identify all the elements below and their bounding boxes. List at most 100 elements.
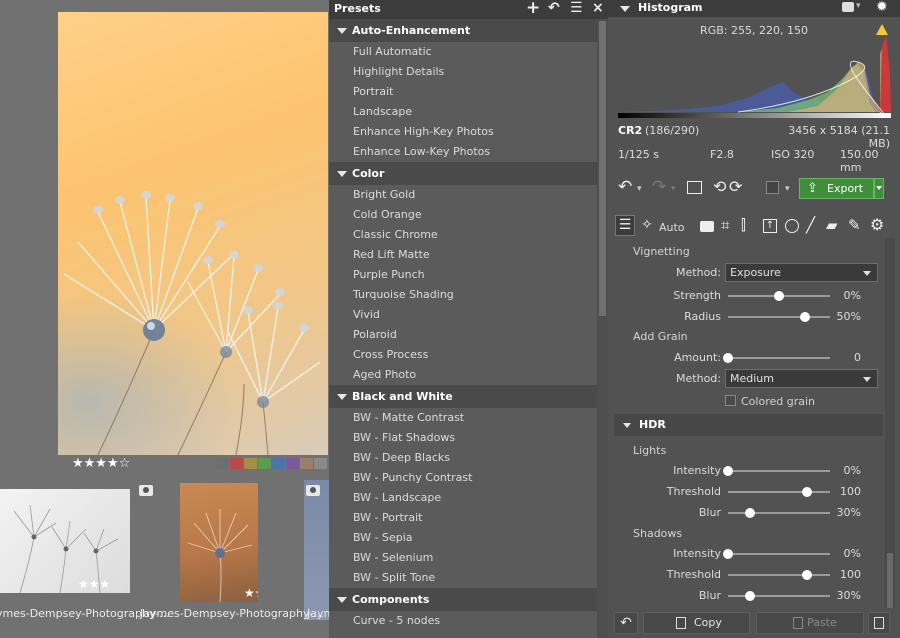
thumbnail-2-rating[interactable]: ★★★★ (244, 587, 258, 600)
rotate-right-icon[interactable]: ⟳ (729, 179, 742, 195)
brush-icon[interactable]: ╱ (806, 218, 815, 233)
preset-item[interactable]: BW - Landscape (329, 488, 597, 508)
vignetting-method-select[interactable]: Exposure (725, 263, 878, 282)
color-label-swatch[interactable] (314, 458, 327, 469)
camera-icon[interactable] (700, 221, 714, 232)
lights-threshold-knob[interactable] (801, 487, 812, 497)
thumbnail-1-rating[interactable]: ★★★ (78, 578, 110, 591)
main-photo[interactable] (58, 12, 328, 455)
lights-intensity-slider[interactable] (723, 466, 830, 476)
tools-scroll-thumb[interactable] (887, 553, 893, 608)
preset-item[interactable]: Full Automatic (329, 42, 597, 62)
color-label-swatch[interactable] (230, 458, 243, 469)
export-button[interactable]: ⇪ Export (799, 178, 874, 199)
auto-label[interactable]: Auto (659, 221, 685, 234)
grain-method-select[interactable]: Medium (725, 369, 878, 388)
undo-preset-icon[interactable]: ↶ (548, 0, 560, 16)
menu-icon[interactable]: ☰ (570, 0, 583, 16)
preset-item[interactable]: BW - Sepia (329, 528, 597, 548)
color-label-swatch[interactable] (300, 458, 313, 469)
shadows-intensity-slider[interactable] (723, 549, 830, 559)
thumbnail-3[interactable] (304, 480, 329, 620)
preset-item[interactable]: Polaroid (329, 325, 597, 345)
preset-item[interactable]: Portrait (329, 82, 597, 102)
thumbnail-2[interactable]: ★★★★ (180, 483, 258, 602)
presets-scrollbar[interactable] (597, 19, 608, 638)
preset-item[interactable]: Enhance High-Key Photos (329, 122, 597, 142)
chevron-down-icon[interactable]: ▾ (671, 182, 676, 197)
preset-item[interactable]: BW - Deep Blacks (329, 448, 597, 468)
shadows-intensity-knob[interactable] (723, 549, 733, 559)
preset-item[interactable]: Highlight Details (329, 62, 597, 82)
preset-item[interactable]: Red Lift Matte (329, 245, 597, 265)
lights-blur-slider[interactable] (728, 508, 830, 518)
copy-button[interactable]: Copy (643, 612, 750, 634)
export-dropdown[interactable] (874, 178, 884, 199)
perspective-icon[interactable]: ⫿ (741, 218, 746, 233)
upload-icon[interactable]: ↑ (763, 219, 777, 233)
amount-slider[interactable] (723, 353, 830, 363)
gradient-icon[interactable]: ▰ (826, 218, 838, 233)
preset-item[interactable]: Classic Chrome (329, 225, 597, 245)
lights-intensity-knob[interactable] (723, 466, 733, 476)
preset-item[interactable]: BW - Flat Shadows (329, 428, 597, 448)
chevron-down-icon[interactable]: ▾ (785, 182, 790, 197)
amount-knob[interactable] (723, 353, 733, 363)
histogram-header[interactable]: Histogram ▾ ✹ (608, 0, 900, 17)
crop-icon[interactable]: ⌗ (721, 218, 729, 233)
lights-threshold-slider[interactable] (728, 487, 830, 497)
shadows-blur-slider[interactable] (728, 591, 830, 601)
preset-category[interactable]: Color (329, 162, 597, 185)
close-icon[interactable]: × (592, 0, 604, 16)
preset-item[interactable]: BW - Matte Contrast (329, 408, 597, 428)
histogram-mode-icon[interactable] (842, 2, 854, 12)
magic-wand-icon[interactable]: ✧ (641, 218, 653, 233)
hdr-section-header[interactable]: HDR (614, 414, 883, 436)
sun-icon[interactable]: ✹ (876, 0, 888, 15)
rotate-icon[interactable]: ⟲ (713, 179, 726, 195)
preset-item[interactable]: Curve - 5 nodes (329, 611, 597, 631)
shadows-threshold-slider[interactable] (728, 570, 830, 580)
radius-knob[interactable] (799, 312, 810, 322)
circle-icon[interactable] (785, 219, 799, 233)
preset-item[interactable]: Turquoise Shading (329, 285, 597, 305)
color-label-strip[interactable] (216, 458, 327, 469)
preset-item[interactable]: BW - Selenium (329, 548, 597, 568)
paste-button[interactable]: Paste (756, 612, 864, 634)
preset-item[interactable]: Aged Photo (329, 365, 597, 385)
color-label-swatch[interactable] (258, 458, 271, 469)
preset-item[interactable]: BW - Portrait (329, 508, 597, 528)
preset-item[interactable]: Bright Gold (329, 185, 597, 205)
save-icon[interactable] (766, 181, 779, 194)
preset-item[interactable]: BW - Punchy Contrast (329, 468, 597, 488)
color-label-swatch[interactable] (244, 458, 257, 469)
preset-item[interactable]: Enhance Low-Key Photos (329, 142, 597, 162)
shadows-threshold-knob[interactable] (801, 570, 812, 580)
image-icon[interactable] (687, 181, 702, 194)
preset-item[interactable]: Landscape (329, 102, 597, 122)
color-label-swatch[interactable] (272, 458, 285, 469)
duplicate-button[interactable] (868, 612, 890, 634)
redo-icon[interactable]: ↷ (652, 179, 666, 196)
chevron-down-icon[interactable]: ▾ (637, 182, 642, 197)
gear-icon[interactable]: ⚙ (870, 217, 884, 233)
preset-item[interactable]: Cross Process (329, 345, 597, 365)
color-label-swatch[interactable] (286, 458, 299, 469)
preset-category[interactable]: Components (329, 588, 597, 611)
undo-icon[interactable]: ↶ (618, 179, 632, 196)
preset-item[interactable]: Cold Orange (329, 205, 597, 225)
chevron-down-icon[interactable]: ▾ (856, 1, 861, 11)
shadows-blur-knob[interactable] (745, 591, 756, 601)
bandage-icon[interactable]: ✎ (848, 218, 861, 233)
add-preset-icon[interactable]: + (526, 0, 540, 18)
strength-slider[interactable] (728, 291, 830, 301)
radius-slider[interactable] (728, 312, 830, 322)
colored-grain-checkbox[interactable] (725, 395, 736, 406)
tools-scrollbar[interactable] (885, 238, 895, 608)
color-label-swatch[interactable] (216, 458, 229, 469)
preset-category[interactable]: Black and White (329, 385, 597, 408)
main-photo-rating[interactable]: ★★★★☆ (72, 457, 130, 470)
reset-button[interactable]: ↶ (614, 612, 638, 634)
preset-item[interactable]: Purple Punch (329, 265, 597, 285)
preset-item[interactable]: Vivid (329, 305, 597, 325)
